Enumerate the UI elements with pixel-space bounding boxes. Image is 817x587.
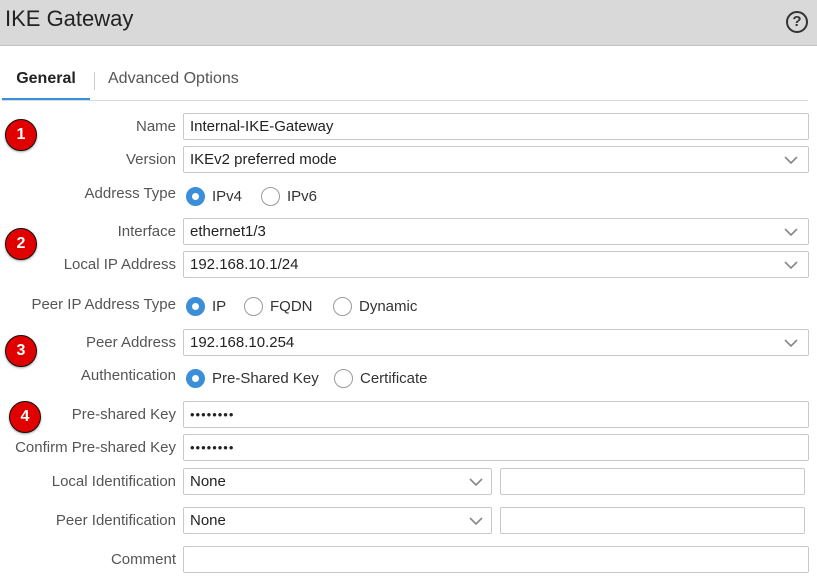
peer-identification-value: None	[190, 512, 226, 529]
comment-field[interactable]	[183, 546, 809, 573]
chevron-down-icon	[782, 335, 800, 351]
confirm-psk-field[interactable]: ••••••••	[183, 434, 809, 461]
local-identification-select[interactable]: None	[183, 468, 492, 495]
local-identification-label: Local Identification	[51, 473, 176, 490]
peer-ip-type-dynamic-radio[interactable]	[333, 297, 352, 316]
peer-ip-type-fqdn-radio[interactable]	[244, 297, 263, 316]
peer-address-select[interactable]: 192.168.10.254	[183, 329, 809, 356]
dialog-title: IKE Gateway	[5, 6, 134, 31]
authentication-certificate-radio[interactable]	[334, 369, 353, 388]
peer-identification-select[interactable]: None	[183, 507, 492, 534]
tab-separator	[94, 72, 95, 90]
version-value: IKEv2 preferred mode	[190, 151, 337, 168]
dialog-titlebar: IKE Gateway ?	[0, 0, 817, 46]
local-ip-value: 192.168.10.1/24	[190, 256, 299, 273]
peer-identification-label: Peer Identification	[55, 512, 176, 529]
version-label: Version	[125, 151, 176, 168]
peer-ip-type-ip-label: IP	[212, 298, 227, 315]
authentication-psk-radio[interactable]	[186, 369, 205, 388]
address-type-ipv6-label: IPv6	[287, 188, 318, 205]
authentication-label: Authentication	[80, 367, 176, 384]
peer-address-value: 192.168.10.254	[190, 334, 295, 351]
address-type-ipv4-label: IPv4	[212, 188, 243, 205]
local-identification-value: None	[190, 473, 226, 490]
address-type-ipv6-radio[interactable]	[261, 187, 280, 206]
peer-ip-type-fqdn-label: FQDN	[270, 298, 313, 315]
version-select[interactable]: IKEv2 preferred mode	[183, 146, 809, 173]
local-ip-select[interactable]: 192.168.10.1/24	[183, 251, 809, 278]
peer-ip-type-dynamic-label: Dynamic	[359, 298, 418, 315]
address-type-label: Address Type	[84, 185, 176, 202]
name-label: Name	[135, 118, 176, 135]
tab-divider	[2, 100, 808, 101]
psk-label: Pre-shared Key	[71, 406, 176, 423]
local-ip-label: Local IP Address	[63, 256, 176, 273]
peer-identification-value-field[interactable]	[500, 507, 805, 534]
peer-ip-type-ip-radio[interactable]	[186, 297, 205, 316]
address-type-ipv4-radio[interactable]	[186, 187, 205, 206]
chevron-down-icon	[782, 152, 800, 168]
step-badge-2: 2	[5, 228, 37, 260]
chevron-down-icon	[782, 257, 800, 273]
name-field[interactable]: Internal-IKE-Gateway	[183, 113, 809, 140]
authentication-certificate-label: Certificate	[360, 370, 428, 387]
chevron-down-icon	[467, 474, 485, 490]
peer-ip-type-label: Peer IP Address Type	[31, 296, 176, 313]
confirm-psk-label: Confirm Pre-shared Key	[15, 439, 176, 456]
interface-value: ethernet1/3	[190, 223, 266, 240]
authentication-psk-label: Pre-Shared Key	[212, 370, 319, 387]
peer-address-label: Peer Address	[85, 334, 176, 351]
step-badge-4: 4	[9, 401, 41, 433]
chevron-down-icon	[782, 224, 800, 240]
comment-label: Comment	[110, 551, 176, 568]
tab-advanced-options[interactable]: Advanced Options	[108, 70, 239, 101]
interface-select[interactable]: ethernet1/3	[183, 218, 809, 245]
local-identification-value-field[interactable]	[500, 468, 805, 495]
tab-general[interactable]: General	[2, 70, 90, 101]
help-icon[interactable]: ?	[786, 11, 808, 33]
psk-field[interactable]: ••••••••	[183, 401, 809, 428]
step-badge-3: 3	[5, 335, 37, 367]
chevron-down-icon	[467, 513, 485, 529]
step-badge-1: 1	[5, 119, 37, 151]
interface-label: Interface	[117, 223, 176, 240]
